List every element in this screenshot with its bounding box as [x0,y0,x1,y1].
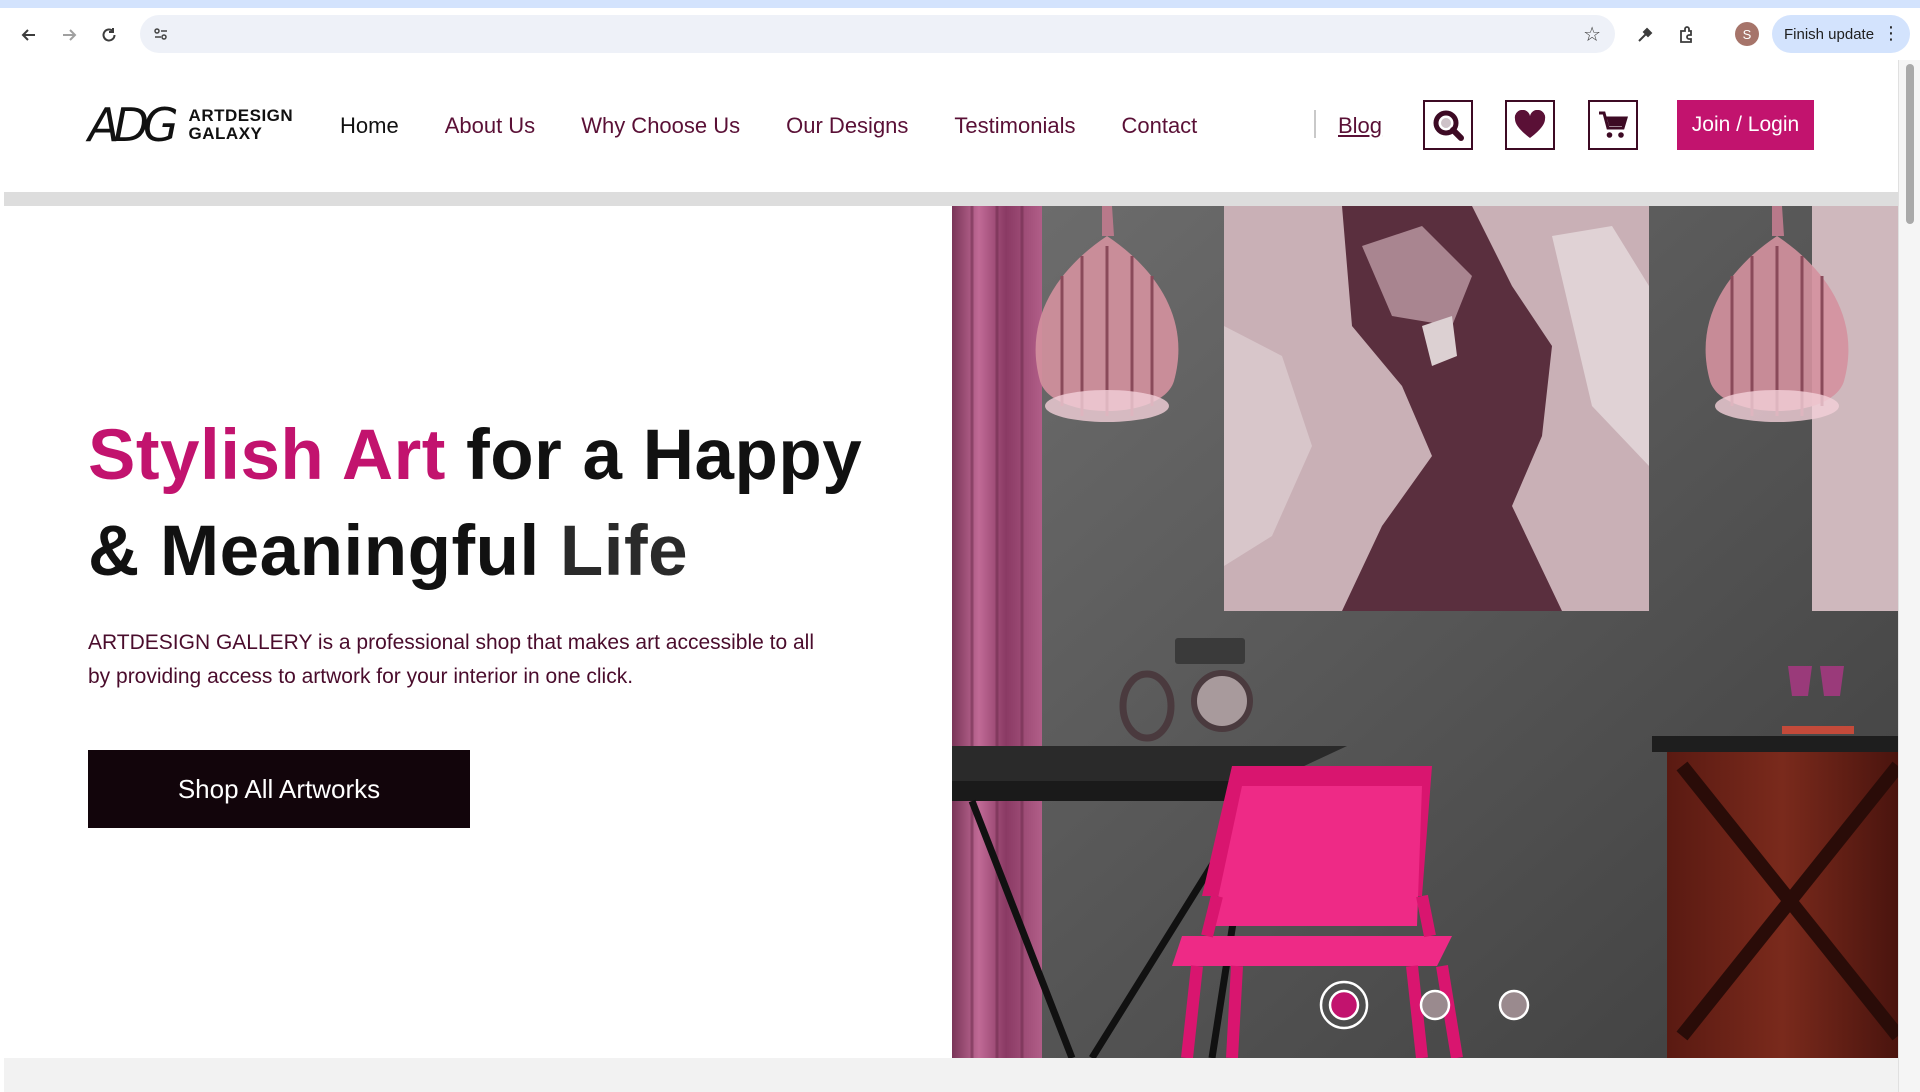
extensions-icon[interactable] [1671,20,1701,50]
nav-our-designs[interactable]: Our Designs [786,113,908,139]
eyedropper-icon[interactable] [1630,20,1660,50]
scrollbar-thumb[interactable] [1906,64,1914,224]
forward-icon[interactable] [54,20,84,50]
heart-icon [1514,110,1546,138]
nav-contact[interactable]: Contact [1121,113,1197,139]
nav-blog[interactable]: Blog [1338,113,1382,139]
page-scrollbar[interactable] [1898,60,1920,1092]
nav-about-us[interactable]: About Us [445,113,536,139]
page-viewport: ADG ARTDESIGN GALAXY Home About Us Why C… [4,60,1898,1092]
header-divider [4,192,1898,206]
search-button[interactable] [1423,100,1473,150]
profile-avatar[interactable]: S [1735,22,1759,46]
carousel-dot-2[interactable] [1419,989,1451,1021]
cart-icon [1599,111,1629,138]
interior-illustration [952,206,1898,1058]
logo-line-1: ARTDESIGN [188,106,294,125]
section-divider [4,1058,1898,1092]
join-login-button[interactable]: Join / Login [1677,100,1814,150]
nav-divider [1314,110,1316,138]
finish-update-button[interactable]: Finish update ⋮ [1772,15,1910,53]
logo-mark: ADG [88,98,179,152]
carousel-dot-3[interactable] [1498,989,1530,1021]
wishlist-button[interactable] [1505,100,1555,150]
browser-toolbar: ☆ S Finish update ⋮ [0,8,1920,60]
hero-title-accent: Stylish Art [88,416,446,495]
cart-button[interactable] [1588,100,1638,150]
logo-line-2: GALAXY [188,124,263,143]
hero-description: ARTDESIGN GALLERY is a professional shop… [88,631,815,688]
logo-wordmark: ARTDESIGN GALAXY [189,107,294,143]
search-icon [1433,110,1464,141]
back-icon[interactable] [14,20,44,50]
hero-title-line2: & Meaningful [88,512,560,591]
hero-image [952,206,1898,1058]
nav-home[interactable]: Home [340,113,399,139]
site-info-icon[interactable] [148,21,174,47]
shop-all-artworks-button[interactable]: Shop All Artworks [88,750,470,828]
nav-testimonials[interactable]: Testimonials [954,113,1075,139]
hero-title: Stylish Art for a Happy & Meaningful Life [88,408,948,600]
hero-title-rest: for a Happy [445,416,863,495]
finish-update-label: Finish update [1784,25,1875,43]
carousel-dot-1[interactable] [1328,989,1360,1021]
kebab-menu-icon[interactable]: ⋮ [1882,23,1900,43]
site-logo[interactable]: ADG ARTDESIGN GALAXY [88,98,293,152]
tab-strip [0,0,1920,8]
site-header: ADG ARTDESIGN GALAXY Home About Us Why C… [4,60,1898,192]
main-nav: Home About Us Why Choose Us Our Designs … [340,113,1243,139]
address-bar[interactable]: ☆ [140,15,1615,53]
bookmark-star-icon[interactable]: ☆ [1583,22,1601,47]
reload-icon[interactable] [94,20,124,50]
nav-why-choose-us[interactable]: Why Choose Us [581,113,740,139]
hero-title-muted: Life [559,512,689,591]
browser-window: ☆ S Finish update ⋮ ADG ARTDESIGN GALAXY… [0,0,1920,1092]
